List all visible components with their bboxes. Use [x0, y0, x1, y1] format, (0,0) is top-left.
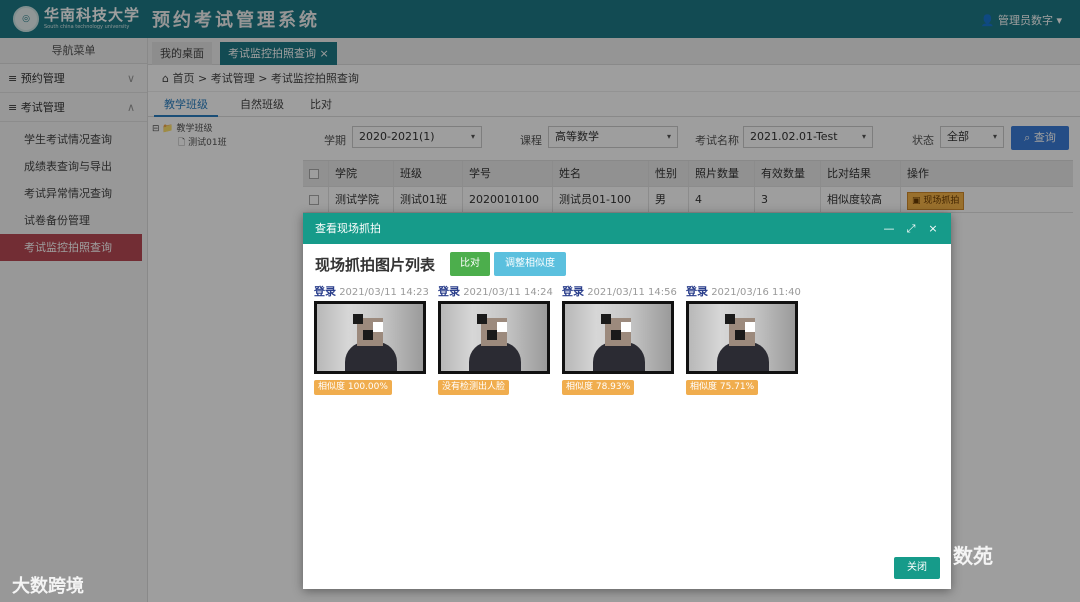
photo-list-title: 现场抓拍图片列表: [315, 256, 436, 274]
photo-caption: 登录 2021/03/11 14:56: [562, 284, 686, 299]
similarity-badge: 相似度 78.93%: [562, 380, 635, 395]
photo-time: 2021/03/16 11:40: [711, 287, 801, 298]
modal-controls: — ⤢ ×: [883, 213, 939, 244]
photo-kind: 登录: [438, 285, 460, 298]
photo-kind: 登录: [314, 285, 336, 298]
photo-thumbnail[interactable]: [562, 301, 674, 374]
photo-thumbnail[interactable]: [314, 301, 426, 374]
pixelated-face-image: [317, 304, 423, 371]
similarity-badge: 相似度 100.00%: [314, 380, 392, 395]
modal-header: 查看现场抓拍 — ⤢ ×: [303, 213, 951, 244]
modal-title: 查看现场抓拍: [315, 222, 381, 235]
pixelated-face-image: [565, 304, 671, 371]
photo-caption: 登录 2021/03/11 14:24: [438, 284, 562, 299]
similarity-badge: 相似度 75.71%: [686, 380, 759, 395]
photo-caption: 登录 2021/03/11 14:23: [314, 284, 438, 299]
photo-card: 登录 2021/03/11 14:24 没有检测出人脸: [438, 284, 562, 395]
photo-time: 2021/03/11 14:56: [587, 287, 677, 298]
photo-card: 登录 2021/03/16 11:40 相似度 75.71%: [686, 284, 810, 395]
photo-thumbnail[interactable]: [438, 301, 550, 374]
modal-body: 现场抓拍图片列表 比对 调整相似度 登录 2021/03/11 14:23 相似…: [303, 244, 951, 589]
minimize-icon[interactable]: —: [883, 213, 895, 244]
photo-kind: 登录: [686, 285, 708, 298]
maximize-icon[interactable]: ⤢: [905, 213, 917, 244]
pixelated-face-image: [441, 304, 547, 371]
close-button[interactable]: 关闭: [894, 557, 940, 579]
pixelated-face-image: [689, 304, 795, 371]
capture-modal: 查看现场抓拍 — ⤢ × 现场抓拍图片列表 比对 调整相似度 登录 2021/0…: [303, 213, 951, 589]
compare-button[interactable]: 比对: [450, 252, 490, 276]
watermark-left: 大数跨境: [12, 576, 84, 597]
photo-time: 2021/03/11 14:23: [339, 287, 429, 298]
photo-card: 登录 2021/03/11 14:56 相似度 78.93%: [562, 284, 686, 395]
photo-caption: 登录 2021/03/16 11:40: [686, 284, 810, 299]
close-icon[interactable]: ×: [927, 213, 939, 244]
watermark-right: 数苑: [953, 544, 993, 568]
similarity-badge: 没有检测出人脸: [438, 380, 510, 395]
photo-kind: 登录: [562, 285, 584, 298]
photo-thumbnail[interactable]: [686, 301, 798, 374]
photo-card: 登录 2021/03/11 14:23 相似度 100.00%: [314, 284, 438, 395]
photo-time: 2021/03/11 14:24: [463, 287, 553, 298]
adjust-similarity-button[interactable]: 调整相似度: [494, 252, 566, 276]
